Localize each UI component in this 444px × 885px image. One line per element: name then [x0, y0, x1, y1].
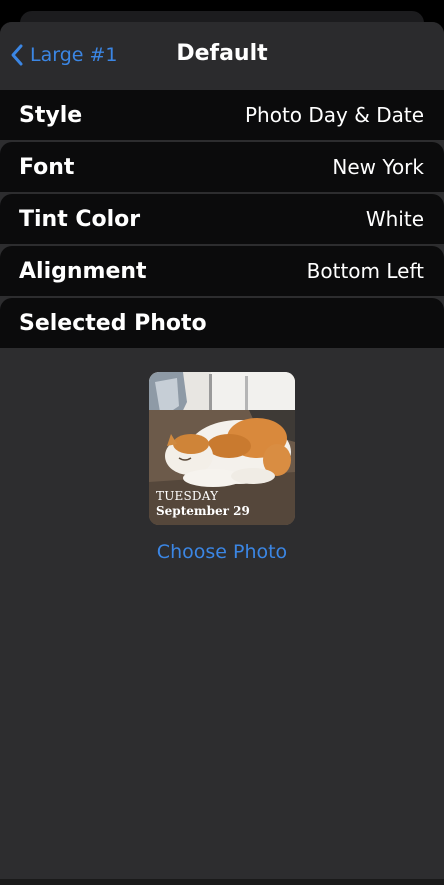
settings-row-label: Selected Photo: [19, 310, 207, 336]
settings-sheet: Large #1 Default Style Photo Day & Date …: [0, 22, 444, 885]
settings-row-label: Style: [19, 102, 83, 128]
settings-row-label: Tint Color: [19, 206, 141, 232]
widget-photo-preview[interactable]: TUESDAY September 29: [149, 372, 295, 525]
settings-row-font[interactable]: Font New York: [0, 142, 444, 192]
settings-row-value: New York: [332, 155, 424, 179]
settings-row-label: Font: [19, 154, 75, 180]
photo-day-label: TUESDAY: [156, 489, 219, 503]
settings-row-value: Bottom Left: [306, 259, 424, 283]
navigation-bar: Large #1 Default: [0, 22, 444, 90]
settings-row-tint-color[interactable]: Tint Color White: [0, 194, 444, 244]
settings-row-style[interactable]: Style Photo Day & Date: [0, 90, 444, 140]
photo-area: TUESDAY September 29 Choose Photo: [0, 348, 444, 848]
settings-row-label: Alignment: [19, 258, 147, 284]
settings-row-alignment[interactable]: Alignment Bottom Left: [0, 246, 444, 296]
settings-row-value: White: [365, 207, 424, 231]
photo-date-label: September 29: [156, 504, 250, 518]
choose-photo-button[interactable]: Choose Photo: [0, 541, 444, 563]
bottom-bar: [0, 879, 444, 885]
settings-row-selected-photo: Selected Photo: [0, 298, 444, 348]
settings-row-value: Photo Day & Date: [244, 103, 424, 127]
page-title: Default: [176, 41, 268, 66]
settings-list: Style Photo Day & Date Font New York Tin…: [0, 90, 444, 348]
